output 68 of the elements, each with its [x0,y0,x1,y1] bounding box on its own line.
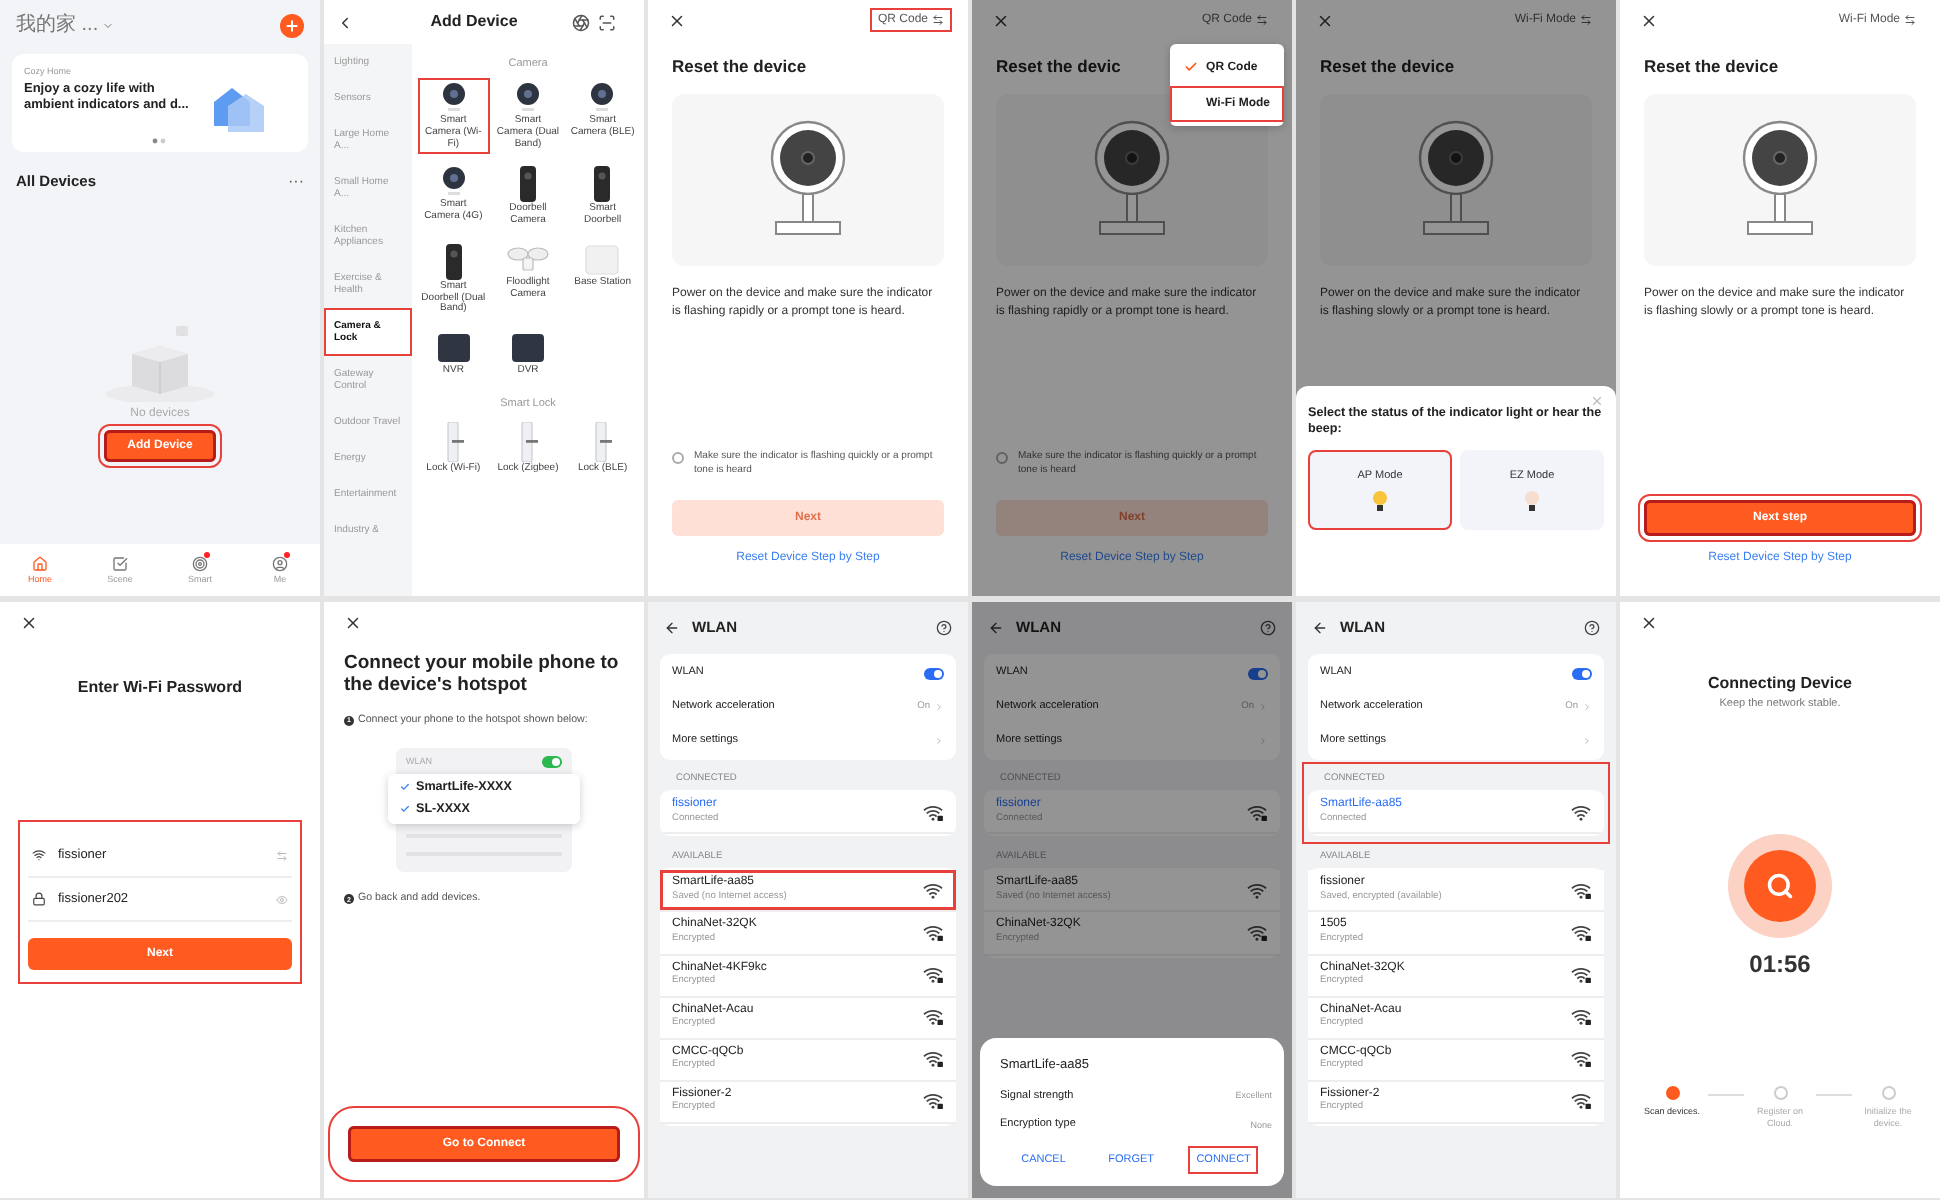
chevron-icon [1258,702,1268,713]
empty-box-drawing [104,322,216,403]
close-icon[interactable] [1640,11,1658,29]
aperture-icon[interactable] [572,13,590,31]
screen-title: Connect your mobile phone to the device's hotspot [342,650,621,700]
close-icon[interactable] [1316,11,1334,29]
search-icon [1766,871,1794,900]
page-dots-icon [152,137,168,144]
help-icon[interactable] [1584,620,1600,636]
doorbell-icon [592,166,613,203]
recorder-icon [435,332,472,365]
back-icon[interactable] [664,620,680,636]
screen-title: Reset the device [672,56,807,79]
chevron-icon [934,736,944,747]
door-lock-icon [443,422,464,463]
chevron-icon [934,702,944,713]
camera-icon [437,166,470,199]
door-lock-icon [592,422,613,463]
back-icon[interactable] [988,620,1004,636]
swap-icon [1256,14,1268,26]
base-station-icon [584,243,621,276]
screen-title: Reset the devic [996,56,1121,79]
chevron-icon [1258,736,1268,747]
floodlight-icon [505,243,550,276]
check-icon [1184,60,1199,74]
screen-title: Reset the device [1320,56,1455,79]
home-name: 我的家 ... [16,12,99,38]
doorbell-icon [443,243,464,280]
close-icon[interactable] [668,11,686,29]
scan-icon[interactable] [598,13,616,31]
recorder-icon [509,332,546,365]
close-icon[interactable] [344,613,362,631]
swap-icon [1904,14,1916,26]
camera-icon [586,82,619,115]
back-icon[interactable] [336,13,354,31]
close-icon[interactable] [992,11,1010,29]
wifi-icon [32,848,46,863]
close-icon[interactable] [20,613,38,631]
screen-title: Connecting Device [1705,674,1854,695]
toggle-switch[interactable] [1572,667,1592,680]
screen-title: Enter Wi-Fi Password [75,678,245,699]
countdown-timer: 01:56 [1747,949,1813,981]
home-icon [32,556,48,572]
lock-icon [32,892,46,907]
toggle-switch[interactable] [924,667,944,680]
checkbox-icon [112,556,128,572]
user-icon [272,556,288,572]
toggle-switch[interactable] [1248,667,1268,680]
radio-checkbox[interactable] [672,452,684,464]
help-icon[interactable] [936,620,952,636]
doorbell-icon [517,166,538,203]
screen-title: Add Device [428,11,520,33]
close-icon[interactable] [1640,613,1658,631]
help-icon[interactable] [1260,620,1276,636]
chevron-icon [1582,702,1592,713]
more-button[interactable]: ··· [288,171,304,193]
camera-icon [437,82,470,115]
swap-icon [1580,14,1592,26]
door-lock-icon [517,422,538,463]
target-icon [192,556,208,572]
chevron-icon [1582,736,1592,747]
back-icon[interactable] [1312,620,1328,636]
swap-icon [932,14,944,26]
plus-icon [284,17,300,33]
add-button[interactable] [280,13,304,37]
camera-icon [511,82,544,115]
screen-title: Reset the device [1644,56,1779,79]
radio-checkbox[interactable] [996,452,1008,464]
